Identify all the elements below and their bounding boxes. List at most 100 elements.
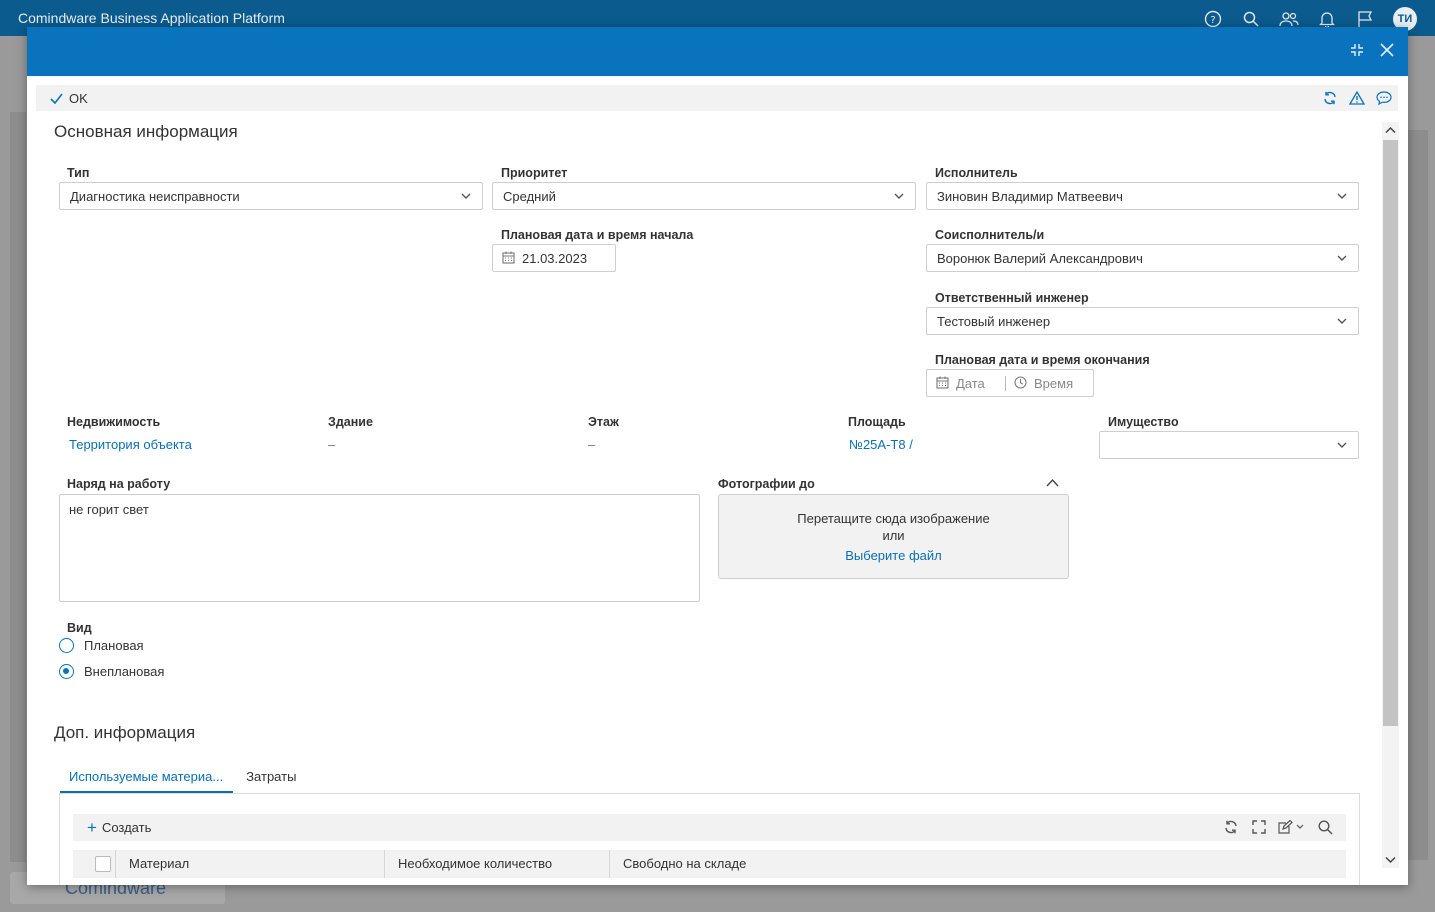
planned-end-time-input[interactable]: Время — [1034, 376, 1073, 391]
tab-materials[interactable]: Используемые материа... — [60, 767, 234, 793]
comment-icon[interactable] — [1375, 88, 1392, 108]
engineer-value: Тестовый инженер — [937, 313, 1051, 329]
chevron-down-icon — [1337, 318, 1347, 324]
scroll-down-icon[interactable] — [1385, 854, 1396, 865]
help-icon[interactable]: ? — [1203, 9, 1223, 29]
radio-unplanned[interactable]: Внеплановая — [59, 664, 164, 679]
scroll-up-icon[interactable] — [1385, 125, 1396, 136]
tab-costs[interactable]: Затраты — [237, 767, 306, 793]
radio-button-selected[interactable] — [59, 664, 74, 679]
radio-button[interactable] — [59, 638, 74, 653]
create-label: Создать — [101, 820, 152, 835]
app-title: Comindware Business Application Platform — [18, 10, 285, 26]
background-panel-right — [1408, 130, 1428, 860]
grid-toolbar: + Создать — [73, 814, 1346, 841]
clock-icon — [1014, 376, 1028, 390]
modal-header — [27, 27, 1408, 76]
chevron-down-icon — [894, 193, 904, 199]
planned-end-field: Дата Время — [926, 369, 1094, 397]
ok-label: OK — [69, 90, 88, 106]
planned-end-date-input[interactable]: Дата — [956, 375, 1006, 391]
expand-icon[interactable] — [1250, 818, 1267, 836]
dropzone-or: или — [882, 528, 905, 543]
floor-value: – — [588, 437, 596, 452]
column-header-material[interactable]: Материал — [116, 850, 385, 878]
bell-icon[interactable] — [1317, 9, 1337, 29]
calendar-icon — [936, 376, 950, 390]
refresh-icon[interactable] — [1321, 88, 1338, 108]
choose-file-link[interactable]: Выберите файл — [719, 548, 1068, 563]
area-label: Площадь — [848, 415, 906, 429]
planned-start-value: 21.03.2023 — [522, 250, 588, 266]
check-icon — [50, 93, 63, 104]
executor-select[interactable]: Зиновин Владимир Матвеевич — [926, 182, 1359, 210]
coexecutor-label: Соисполнитель/и — [935, 228, 1045, 242]
photos-dropzone[interactable]: Перетащите сюда изображение или Выберите… — [718, 494, 1069, 579]
type-label: Тип — [67, 166, 90, 180]
ok-button[interactable]: OK — [36, 91, 88, 106]
edit-menu-icon[interactable] — [1278, 818, 1306, 836]
warning-icon[interactable] — [1348, 88, 1365, 108]
main-section-title: Основная информация — [54, 122, 238, 141]
form-content: Основная информация Тип Диагностика неис… — [27, 117, 1382, 885]
planned-end-label: Плановая дата и время окончания — [935, 353, 1150, 367]
plus-icon: + — [87, 818, 97, 837]
column-header-free[interactable]: Свободно на складе — [610, 850, 1346, 878]
area-link[interactable]: №25А-Т8 / — [849, 437, 913, 452]
floor-label: Этаж — [588, 415, 619, 429]
engineer-label: Ответственный инженер — [935, 291, 1089, 305]
work-order-textarea[interactable]: не горит свет — [59, 494, 700, 602]
radio-unplanned-label: Внеплановая — [84, 664, 165, 679]
calendar-icon — [502, 251, 516, 265]
scrollbar-thumb[interactable] — [1383, 140, 1398, 726]
real-estate-link[interactable]: Территория объекта — [69, 437, 192, 452]
dropzone-text: Перетащите сюда изображение — [797, 511, 990, 526]
property-select[interactable] — [1099, 431, 1359, 459]
select-all-cell — [73, 850, 116, 878]
chevron-down-icon — [1337, 193, 1347, 199]
chevron-down-icon — [1337, 255, 1347, 261]
form-modal: OK Основная информация Тип Диагностика н… — [27, 27, 1408, 885]
kind-label: Вид — [67, 621, 92, 635]
chevron-up-icon[interactable] — [1046, 476, 1059, 491]
building-value: – — [328, 437, 336, 452]
planned-start-label: Плановая дата и время начала — [501, 228, 694, 242]
coexecutor-select[interactable]: Воронюк Валерий Александрович — [926, 244, 1359, 272]
close-icon[interactable] — [1380, 41, 1394, 61]
engineer-select[interactable]: Тестовый инженер — [926, 307, 1359, 335]
building-label: Здание — [328, 415, 373, 429]
type-value: Диагностика неисправности — [70, 188, 240, 204]
planned-start-date[interactable]: 21.03.2023 — [492, 244, 616, 272]
scrollbar[interactable] — [1382, 122, 1399, 868]
svg-text:?: ? — [1210, 15, 1215, 26]
extra-tabs: Используемые материа... Затраты — [60, 767, 310, 793]
search-icon[interactable] — [1241, 9, 1261, 29]
extra-section-title: Доп. информация — [54, 723, 196, 742]
radio-planned-label: Плановая — [84, 638, 144, 653]
collapse-icon[interactable] — [1350, 41, 1364, 61]
work-order-label: Наряд на работу — [67, 477, 171, 491]
create-button[interactable]: + Создать — [73, 819, 151, 836]
tab-panel: + Создать Материал Необходимое количеств… — [59, 793, 1360, 885]
executor-value: Зиновин Владимир Матвеевич — [937, 188, 1123, 204]
priority-select[interactable]: Средний — [492, 182, 916, 210]
radio-planned[interactable]: Плановая — [59, 638, 144, 653]
property-label: Имущество — [1108, 415, 1179, 429]
background-panel — [10, 112, 26, 862]
column-header-required[interactable]: Необходимое количество — [385, 850, 610, 878]
select-all-checkbox[interactable] — [95, 856, 111, 872]
form-toolbar: OK — [36, 85, 1398, 111]
priority-value: Средний — [503, 188, 556, 204]
chevron-down-icon — [1337, 442, 1347, 448]
coexecutor-value: Воронюк Валерий Александрович — [937, 250, 1143, 266]
priority-label: Приоритет — [501, 166, 568, 180]
refresh-icon[interactable] — [1222, 818, 1239, 836]
executor-label: Исполнитель — [935, 166, 1018, 180]
search-icon[interactable] — [1317, 818, 1334, 836]
users-icon[interactable] — [1279, 9, 1299, 29]
real-estate-label: Недвижимость — [67, 415, 161, 429]
grid-header: Материал Необходимое количество Свободно… — [73, 850, 1346, 878]
flag-icon[interactable] — [1355, 9, 1375, 29]
photos-label: Фотографии до — [718, 477, 815, 491]
type-select[interactable]: Диагностика неисправности — [59, 182, 483, 210]
